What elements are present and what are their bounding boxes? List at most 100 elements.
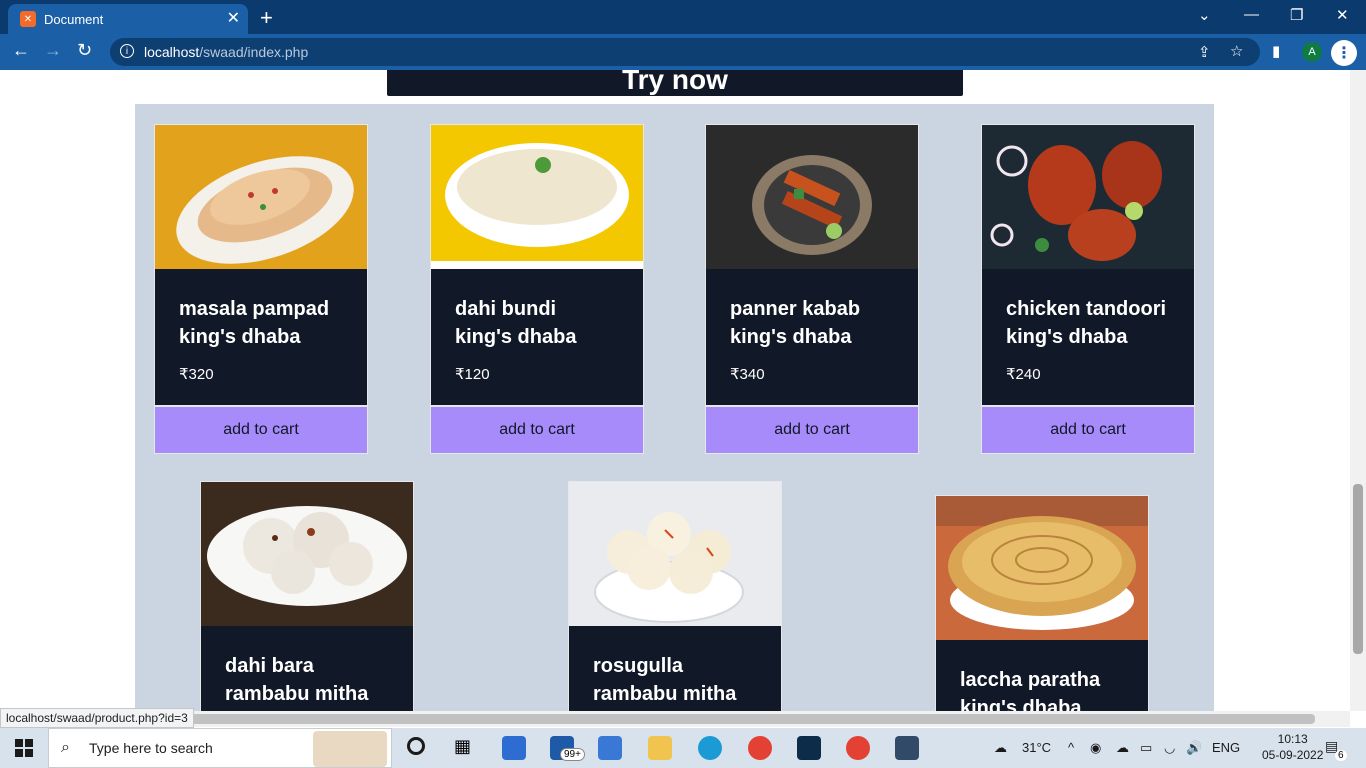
windows-start-icon[interactable] bbox=[15, 739, 33, 757]
search-highlight-icon[interactable] bbox=[313, 731, 387, 767]
bookmark-star-icon[interactable]: ☆ bbox=[1230, 42, 1243, 60]
product-card[interactable]: panner kabab king's dhaba ₹340 add to ca… bbox=[705, 124, 919, 454]
product-card[interactable]: dahi bundi king's dhaba ₹120 add to cart bbox=[430, 124, 644, 454]
product-image-rosugulla[interactable] bbox=[569, 482, 781, 626]
notification-count: 6 bbox=[1335, 750, 1347, 761]
product-name: dahi bara bbox=[225, 655, 314, 677]
product-details: masala pampad king's dhaba ₹320 bbox=[155, 269, 367, 383]
vertical-scrollbar[interactable] bbox=[1350, 70, 1366, 711]
product-details: panner kabab king's dhaba ₹340 bbox=[706, 269, 918, 383]
product-card[interactable]: rosugulla rambabu mitha bbox=[568, 481, 782, 711]
product-card[interactable]: laccha paratha king's dhaba bbox=[935, 495, 1149, 711]
clock-date: 05-09-2022 bbox=[1262, 748, 1324, 762]
product-name: chicken tandoori bbox=[1006, 298, 1167, 320]
network-icon[interactable]: ◉ bbox=[1090, 740, 1101, 756]
close-tab-icon[interactable]: ✕ bbox=[227, 8, 240, 28]
close-window-icon[interactable]: ✕ bbox=[1336, 6, 1349, 24]
product-image-chicken-tandoori[interactable] bbox=[982, 125, 1194, 269]
add-to-cart-button[interactable]: add to cart bbox=[154, 406, 368, 454]
xampp-icon: ✕ bbox=[20, 11, 36, 27]
add-to-cart-button[interactable]: add to cart bbox=[705, 406, 919, 454]
product-name: rosugulla bbox=[593, 655, 684, 677]
product-image-dahi-bara[interactable] bbox=[201, 482, 413, 626]
taskbar-search-input[interactable]: ⌕ Type here to search bbox=[48, 728, 392, 768]
edge-icon[interactable] bbox=[698, 736, 722, 760]
product-card[interactable]: masala pampad king's dhaba ₹320 add to c… bbox=[154, 124, 368, 454]
forward-icon[interactable]: → bbox=[44, 40, 62, 61]
shop-name: king's dhaba bbox=[179, 326, 301, 348]
file-explorer-icon[interactable] bbox=[648, 736, 672, 760]
wifi-icon[interactable]: ◡ bbox=[1164, 740, 1175, 756]
language-indicator[interactable]: ENG bbox=[1212, 740, 1240, 755]
url-host: localhost bbox=[144, 44, 200, 60]
clock-time: 10:13 bbox=[1277, 732, 1308, 746]
cloud-icon[interactable]: ☁ bbox=[1116, 740, 1129, 756]
add-to-cart-button[interactable]: add to cart bbox=[430, 406, 644, 454]
products-panel: masala pampad king's dhaba ₹320 add to c… bbox=[135, 104, 1214, 711]
profile-avatar[interactable]: A bbox=[1302, 42, 1322, 62]
shop-name: king's dhaba bbox=[730, 326, 852, 348]
horizontal-scrollbar[interactable] bbox=[0, 711, 1350, 727]
chrome-icon[interactable] bbox=[748, 736, 772, 760]
side-panel-icon[interactable]: ▮ bbox=[1272, 42, 1280, 60]
store-icon[interactable] bbox=[502, 736, 526, 760]
shop-name: king's dhaba bbox=[455, 326, 577, 348]
browser-toolbar: ← → ↻ i localhost/swaad/index.php ⇪ ☆ ▮ bbox=[0, 34, 1366, 70]
product-name: dahi bundi bbox=[455, 298, 557, 320]
tray-chevron-icon[interactable]: ^ bbox=[1068, 740, 1074, 755]
chrome-profile-icon[interactable] bbox=[846, 736, 870, 760]
info-icon[interactable]: i bbox=[120, 44, 134, 58]
todo-icon[interactable] bbox=[598, 736, 622, 760]
weather-temp[interactable]: 31°C bbox=[1022, 740, 1051, 755]
cortana-icon[interactable] bbox=[407, 737, 425, 755]
product-image-panner-kabab[interactable] bbox=[706, 125, 918, 269]
product-image-masala-pampad[interactable] bbox=[155, 125, 367, 269]
product-image-dahi-bundi[interactable] bbox=[431, 125, 643, 269]
tab-search-icon[interactable]: ⌄ bbox=[1198, 6, 1211, 24]
product-details: dahi bundi king's dhaba ₹120 bbox=[431, 269, 643, 383]
url-path: /swaad/index.php bbox=[199, 44, 309, 60]
page-viewport: Try now masala pampad king's dhaba ₹320 … bbox=[0, 70, 1350, 711]
search-icon: ⌕ bbox=[61, 739, 70, 756]
volume-icon[interactable]: 🔊 bbox=[1186, 740, 1202, 756]
taskbar-clock[interactable]: 10:13 05-09-2022 bbox=[1262, 731, 1323, 763]
mail-badge: 99+ bbox=[560, 748, 585, 761]
new-tab-icon[interactable]: + bbox=[260, 5, 273, 31]
try-now-button[interactable]: Try now bbox=[387, 70, 963, 96]
share-icon[interactable]: ⇪ bbox=[1198, 43, 1211, 61]
shop-name: rambabu mitha bbox=[593, 683, 737, 705]
shop-name: king's dhaba bbox=[1006, 326, 1128, 348]
shop-name: rambabu mitha bbox=[225, 683, 369, 705]
battery-icon[interactable]: ▭ bbox=[1140, 740, 1152, 756]
vertical-scroll-thumb[interactable] bbox=[1353, 484, 1363, 654]
restore-icon[interactable]: ❐ bbox=[1290, 6, 1303, 24]
minimize-icon[interactable]: — bbox=[1244, 6, 1259, 23]
product-price: ₹320 bbox=[179, 366, 214, 383]
windows-taskbar: ⌕ Type here to search ▦ 99+ ☁ 31°C ^ ◉ ☁… bbox=[0, 728, 1366, 768]
product-details: dahi bara rambabu mitha bbox=[201, 626, 413, 708]
photoshop-icon[interactable] bbox=[797, 736, 821, 760]
tab-title: Document bbox=[44, 11, 104, 27]
shop-name: king's dhaba bbox=[960, 697, 1082, 711]
add-to-cart-button[interactable]: add to cart bbox=[981, 406, 1195, 454]
tab-document[interactable]: ✕ Document ✕ bbox=[8, 4, 248, 34]
tab-strip: ✕ Document ✕ + ⌄ — ❐ ✕ bbox=[0, 0, 1366, 34]
task-view-icon[interactable]: ▦ bbox=[454, 736, 471, 757]
product-image-laccha-paratha[interactable] bbox=[936, 496, 1148, 640]
product-card[interactable]: chicken tandoori king's dhaba ₹240 add t… bbox=[981, 124, 1195, 454]
product-name: masala pampad bbox=[179, 298, 330, 320]
search-placeholder: Type here to search bbox=[89, 740, 213, 756]
browser-menu-icon[interactable]: ⋮ bbox=[1331, 40, 1357, 66]
product-price: ₹240 bbox=[1006, 366, 1041, 383]
mysql-workbench-icon[interactable] bbox=[895, 736, 919, 760]
product-details: chicken tandoori king's dhaba ₹240 bbox=[982, 269, 1194, 383]
reload-icon[interactable]: ↻ bbox=[77, 40, 92, 61]
product-card[interactable]: dahi bara rambabu mitha bbox=[200, 481, 414, 711]
horizontal-scroll-thumb[interactable] bbox=[190, 714, 1315, 724]
address-bar[interactable]: i localhost/swaad/index.php ⇪ ☆ bbox=[110, 38, 1260, 66]
weather-icon[interactable]: ☁ bbox=[994, 740, 1007, 756]
back-icon[interactable]: ← bbox=[12, 40, 30, 61]
product-price: ₹340 bbox=[730, 366, 765, 383]
status-bar-url: localhost/swaad/product.php?id=3 bbox=[0, 708, 194, 728]
product-name: laccha paratha bbox=[960, 669, 1101, 691]
